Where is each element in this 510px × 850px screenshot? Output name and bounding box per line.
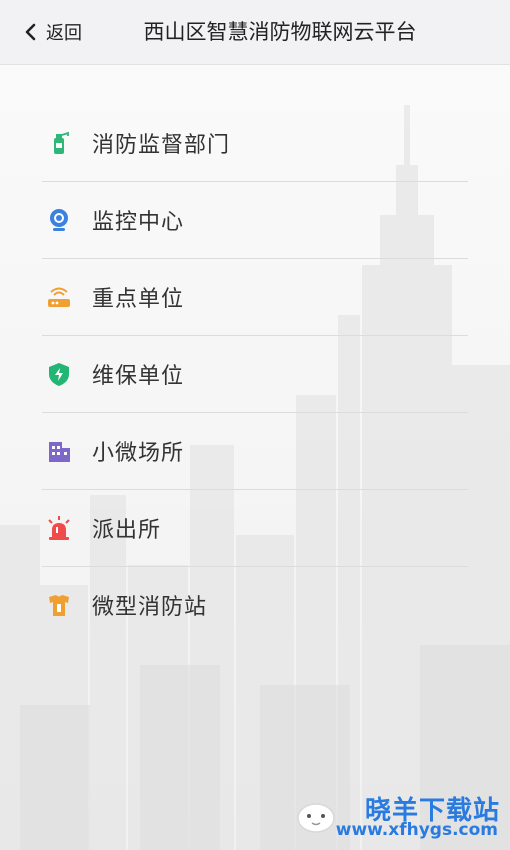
sheep-logo-icon [294, 796, 338, 836]
page-title: 西山区智慧消防物联网云平台 [143, 20, 417, 44]
watermark-url: www.xfhygs.com [335, 820, 498, 840]
menu-item-label: 监控中心 [92, 210, 185, 235]
menu-item-label: 维保单位 [92, 364, 185, 389]
menu-item-label: 小微场所 [92, 441, 185, 466]
menu-item-small-venues[interactable]: 小微场所 [42, 413, 468, 490]
site-watermark: 晓羊下载站 www.xfhygs.com [284, 790, 504, 846]
router-icon [46, 284, 72, 310]
main-content: 消防监督部门 监控中心 重点单位 维保单位 小微场所 派出所 微型消防站 [0, 65, 510, 850]
menu-item-key-units[interactable]: 重点单位 [42, 259, 468, 336]
menu-item-label: 微型消防站 [92, 595, 208, 620]
menu-item-maintenance-units[interactable]: 维保单位 [42, 336, 468, 413]
menu-item-label: 消防监督部门 [92, 133, 231, 158]
back-label: 返回 [46, 23, 82, 44]
menu-item-police-station[interactable]: 派出所 [42, 490, 468, 567]
shield-bolt-icon [46, 361, 72, 387]
webcam-icon [46, 207, 72, 233]
police-siren-icon [46, 515, 72, 541]
fire-extinguisher-icon [46, 130, 72, 156]
back-button[interactable]: 返回 [22, 18, 82, 46]
menu-item-fire-supervision[interactable]: 消防监督部门 [42, 105, 468, 182]
menu-list: 消防监督部门 监控中心 重点单位 维保单位 小微场所 派出所 微型消防站 [42, 105, 468, 643]
fire-station-icon [46, 592, 72, 618]
menu-item-mini-fire-station[interactable]: 微型消防站 [42, 567, 468, 643]
nav-bar: 返回 西山区智慧消防物联网云平台 [0, 0, 510, 65]
menu-item-label: 派出所 [92, 518, 162, 543]
chevron-left-icon [22, 23, 40, 41]
building-icon [46, 438, 72, 464]
menu-item-label: 重点单位 [92, 287, 185, 312]
menu-item-monitoring-center[interactable]: 监控中心 [42, 182, 468, 259]
